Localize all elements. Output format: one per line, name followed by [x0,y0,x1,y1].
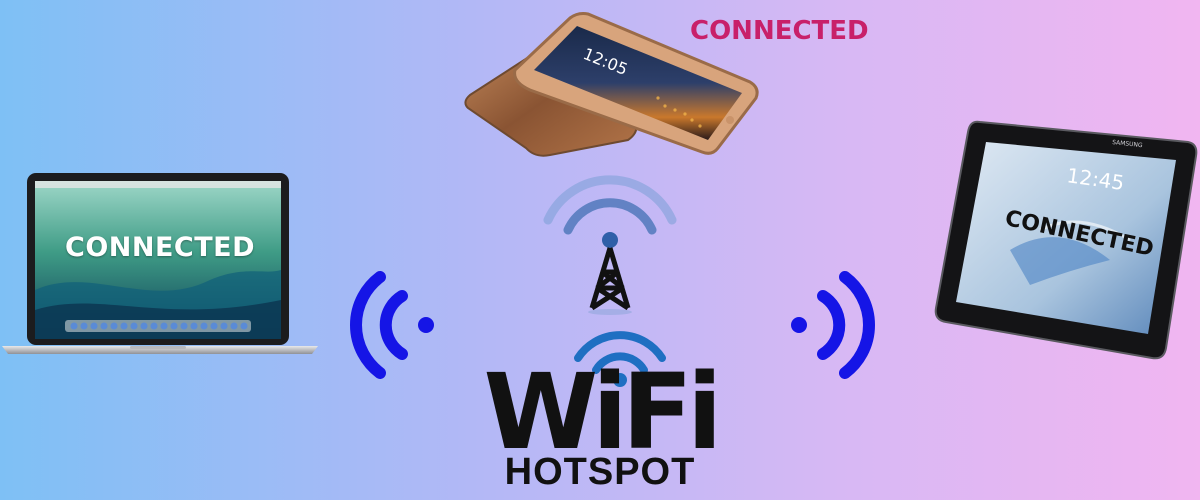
antenna-tower-icon [543,175,677,315]
laptop-illustration [2,173,318,354]
hotspot-logo-text: HOTSPOT [504,451,696,493]
phone-connected-label: CONNECTED [690,16,869,46]
left-wifi-waves-icon [350,271,434,379]
laptop-connected-label: CONNECTED [65,232,255,263]
wifi-logo-text: WiFi [483,351,722,473]
right-wifi-waves-icon [791,271,875,379]
